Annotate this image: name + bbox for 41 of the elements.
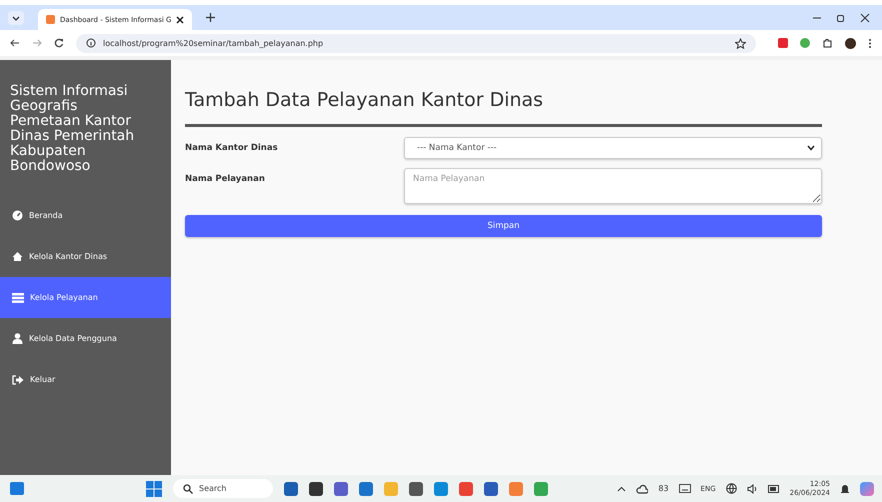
list-icon: [12, 292, 24, 302]
select-field[interactable]: --- Nama Kantor ---: [404, 137, 822, 159]
chevron-up-icon[interactable]: [617, 486, 626, 492]
windows-icon[interactable]: [146, 480, 162, 496]
temperature-text: 83: [658, 484, 669, 493]
home-icon: [12, 251, 23, 262]
page-heading: Tambah Data Pelayanan Kantor Dinas: [185, 88, 544, 112]
nav-item[interactable]: Keluar: [0, 359, 171, 400]
star-icon[interactable]: [735, 38, 746, 48]
nav-item[interactable]: Kelola Kantor Dinas: [0, 236, 171, 277]
menu-icon[interactable]: [868, 38, 872, 48]
field-label: Nama Pelayanan: [185, 173, 266, 184]
globe-icon[interactable]: [726, 483, 737, 494]
bell-icon[interactable]: [840, 482, 850, 494]
new-tab-icon[interactable]: [206, 13, 216, 22]
search-icon: [183, 484, 193, 494]
close-icon[interactable]: [860, 12, 870, 22]
cloud-icon: [636, 484, 648, 494]
nav-item[interactable]: Beranda: [0, 195, 171, 236]
close-icon[interactable]: [176, 16, 184, 24]
save-button[interactable]: Simpan: [185, 215, 822, 237]
speaker-icon[interactable]: [746, 484, 758, 494]
gauge-icon: [12, 210, 23, 221]
field-label: Nama Kantor Dinas: [185, 142, 279, 153]
battery-icon[interactable]: [768, 484, 780, 492]
avatar-icon[interactable]: [845, 38, 856, 48]
chevron-down-icon: [807, 145, 815, 151]
info-icon: [86, 38, 96, 48]
logout-icon: [12, 374, 24, 384]
back-icon[interactable]: [10, 38, 20, 48]
restore-icon[interactable]: [836, 12, 846, 22]
text-area[interactable]: Nama Pelayanan: [404, 168, 822, 204]
app-title: Sistem Informasi Geografis Pemetaan Kantor Dinas Pemerintah Kabupaten Bondowoso: [9, 82, 136, 174]
chevron-down-icon[interactable]: [8, 10, 24, 24]
user-icon: [12, 333, 23, 344]
address-bar[interactable]: localhost/program%20seminar/tambah_pelayanan.php: [76, 34, 756, 52]
search-field[interactable]: Search: [173, 479, 273, 498]
nav-item[interactable]: Kelola Pelayanan: [0, 277, 171, 318]
keyboard-icon[interactable]: [678, 484, 691, 493]
reload-icon[interactable]: [54, 38, 64, 48]
nav-item[interactable]: Kelola Data Pengguna: [0, 318, 171, 359]
